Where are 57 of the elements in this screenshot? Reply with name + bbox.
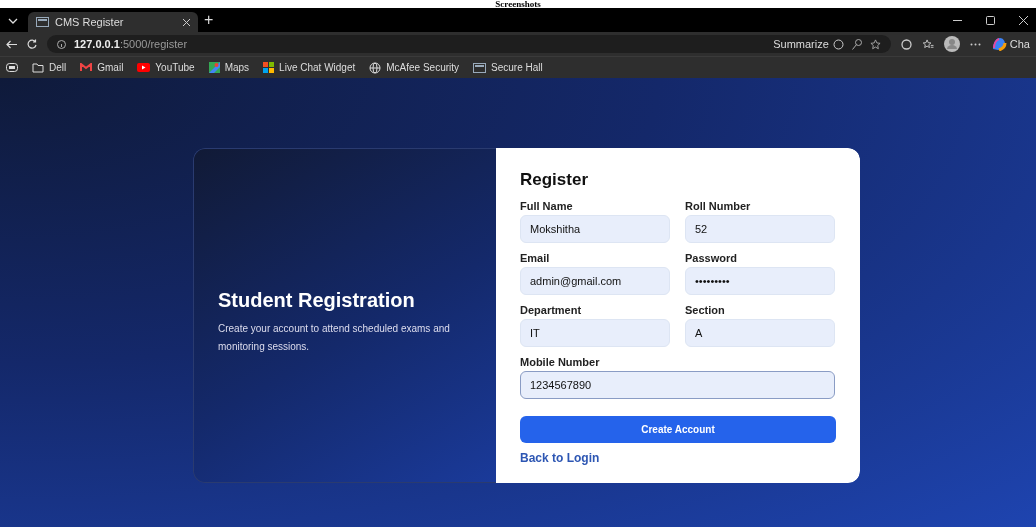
key-icon[interactable]	[851, 38, 862, 50]
create-account-button[interactable]: Create Account	[520, 416, 836, 443]
bookmark-link[interactable]: Secure Hall	[491, 62, 543, 73]
bookmark-link[interactable]: YouTube	[155, 62, 195, 73]
bookmark-link[interactable]: Maps	[224, 62, 250, 73]
input-field[interactable]: Mokshitha	[520, 215, 670, 243]
globe-icon	[369, 61, 382, 74]
input-field[interactable]: admin@gmail.com	[520, 267, 670, 295]
input-field[interactable]: A	[685, 319, 835, 347]
field-label: Password	[685, 252, 738, 264]
reload-icon[interactable]	[27, 39, 37, 49]
input-field[interactable]: IT	[520, 319, 670, 347]
caption-text: Screenshots	[495, 0, 541, 8]
field-label: Email	[520, 252, 551, 264]
browser-tab[interactable]: CMS Register	[28, 12, 198, 32]
field-label: Mobile Number	[520, 356, 601, 368]
copilot-button[interactable]: Cha	[1009, 38, 1030, 50]
input-field[interactable]: 1234567890	[520, 371, 835, 399]
bookmark-link[interactable]: McAfee Security	[386, 62, 460, 73]
info-icon	[57, 39, 66, 49]
tiles-icon	[263, 62, 275, 73]
field-label: Roll Number	[685, 200, 752, 212]
mail-icon	[80, 63, 93, 72]
intro-text: Create your account to attend scheduled exams and monitoring sessions.	[218, 322, 451, 354]
copilot-icon[interactable]	[990, 37, 1007, 51]
back-to-login-link[interactable]: Back to Login	[520, 451, 600, 465]
summarize-button[interactable]: Summarize	[773, 38, 829, 50]
intro-title: Student Registration	[218, 289, 416, 312]
play-icon	[137, 63, 151, 72]
field-label: Section	[685, 304, 726, 316]
close-tab-icon[interactable]	[183, 18, 190, 26]
map-icon	[208, 62, 220, 73]
avatar-icon[interactable]	[943, 36, 960, 52]
star-icon[interactable]	[869, 38, 881, 50]
bookmark-link[interactable]: Gmail	[97, 62, 124, 73]
form-title: Register	[520, 170, 590, 190]
address-bar[interactable]: 127.0.0.1:5000/register Summarize	[47, 35, 891, 53]
bookmark-link[interactable]: Live Chat Widget	[279, 62, 356, 73]
field-label: Department	[520, 304, 583, 316]
close-icon[interactable]	[1019, 15, 1028, 25]
page-icon	[473, 62, 487, 73]
minimize-icon[interactable]	[953, 19, 962, 21]
chevron-down-icon[interactable]	[8, 18, 18, 24]
input-field[interactable]: 52	[685, 215, 835, 243]
input-field[interactable]: •••••••••	[685, 267, 835, 295]
bookmark-link[interactable]: Dell	[49, 62, 67, 73]
maximize-icon[interactable]	[986, 15, 995, 25]
back-arrow-icon[interactable]	[6, 39, 17, 49]
folder-icon	[32, 62, 44, 73]
field-label: Full Name	[520, 200, 574, 212]
extensions-icon[interactable]	[900, 38, 912, 50]
reading-icon[interactable]	[6, 63, 18, 72]
new-tab-button[interactable]: +	[204, 11, 214, 29]
more-icon[interactable]	[969, 42, 981, 46]
favorites-icon[interactable]	[921, 38, 934, 50]
url-text: 127.0.0.1:5000/register	[74, 38, 188, 50]
tab-page-icon	[36, 17, 49, 27]
